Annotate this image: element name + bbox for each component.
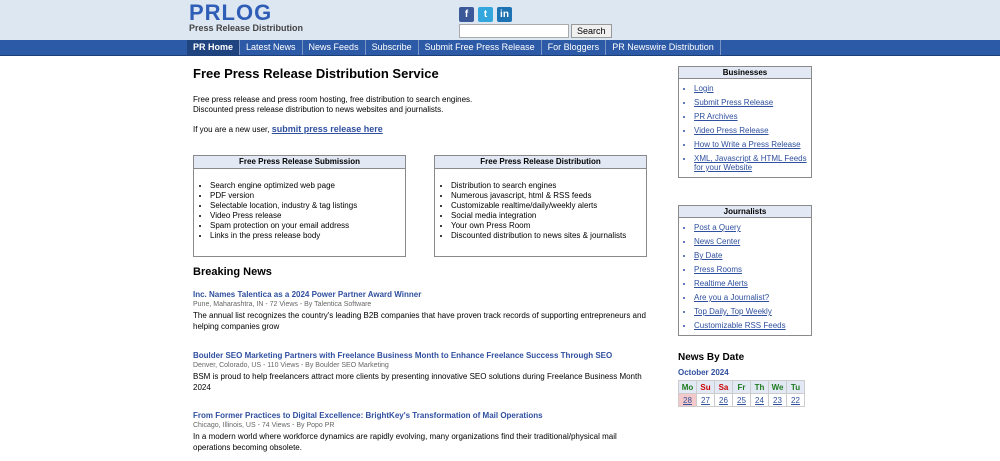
main-content: Free Press Release Distribution Service …	[193, 66, 653, 134]
distribution-box-title: Free Press Release Distribution	[435, 156, 646, 169]
news-summary: The annual list recognizes the country's…	[193, 311, 646, 331]
list-item: Social media integration	[451, 211, 646, 221]
list-item: Distribution to search engines	[451, 181, 646, 191]
list-item: Links in the press release body	[210, 231, 405, 241]
intro-line-2: Discounted press release distribution to…	[193, 105, 444, 114]
list-item: Your own Press Room	[451, 221, 646, 231]
weekday-label: Th	[750, 380, 769, 394]
new-user-prompt: If you are a new user, submit press rele…	[193, 124, 653, 134]
sidebar-link-realtime-alerts[interactable]: Realtime Alerts	[694, 279, 811, 288]
top-weekly-link[interactable]: Top Weekly	[731, 307, 772, 316]
main-nav: PR Home Latest News News Feeds Subscribe…	[0, 40, 1000, 56]
calendar-month[interactable]: October 2024	[678, 368, 729, 377]
weekday-label: Su	[696, 380, 715, 394]
weekday-label: Mo	[678, 380, 697, 394]
search-button[interactable]: Search	[571, 24, 612, 38]
list-item: Customizable realtime/daily/weekly alert…	[451, 201, 646, 211]
weekday-label: Tu	[786, 380, 805, 394]
sidebar-link-are-you-journalist[interactable]: Are you a Journalist?	[694, 293, 811, 302]
intro-line-1: Free press release and press room hostin…	[193, 95, 473, 104]
twitter-icon[interactable]: t	[478, 7, 493, 22]
sidebar-link-news-center[interactable]: News Center	[694, 237, 811, 246]
intro-text: Free press release and press room hostin…	[193, 95, 653, 115]
distribution-list: Distribution to search engines Numerous …	[435, 181, 646, 241]
calendar-date[interactable]: 27	[696, 393, 715, 407]
nav-pr-home[interactable]: PR Home	[187, 40, 241, 55]
submission-box-title: Free Press Release Submission	[194, 156, 405, 169]
calendar-date[interactable]: 24	[750, 393, 769, 407]
nav-pr-newswire[interactable]: PR Newswire Distribution	[606, 40, 721, 55]
sidebar-link-post-query[interactable]: Post a Query	[694, 223, 811, 232]
page-title: Free Press Release Distribution Service	[193, 66, 439, 81]
nav-latest-news[interactable]: Latest News	[240, 40, 303, 55]
sidebar-link-login[interactable]: Login	[694, 84, 811, 93]
news-meta: Chicago, Illinois, US - 74 Views - By Po…	[193, 422, 335, 429]
news-summary: BSM is proud to help freelancers attract…	[193, 372, 642, 392]
list-item: Search engine optimized web page	[210, 181, 405, 191]
calendar-date[interactable]: 23	[768, 393, 787, 407]
sidebar-link-how-to-write[interactable]: How to Write a Press Release	[694, 140, 811, 149]
list-item: Video Press release	[210, 211, 405, 221]
submission-list: Search engine optimized web page PDF ver…	[194, 181, 405, 241]
news-meta: Pune, Maharashtra, IN - 72 Views - By Ta…	[193, 301, 372, 308]
facebook-icon[interactable]: f	[459, 7, 474, 22]
submit-press-release-link[interactable]: submit press release here	[272, 124, 383, 134]
prlog-logo[interactable]: PRLOG	[189, 2, 272, 24]
businesses-box: Businesses Login Submit Press Release PR…	[678, 66, 812, 178]
sidebar-link-rss-feeds[interactable]: Customizable RSS Feeds	[694, 321, 811, 330]
news-item: From Former Practices to Digital Excelle…	[193, 411, 653, 453]
weekday-label: Sa	[714, 380, 733, 394]
calendar-date[interactable]: 22	[786, 393, 805, 407]
date-calendar: Mo Su Sa Fr Th We Tu 28 27 26 25 24 23 2…	[678, 380, 805, 407]
nav-submit-free-pr[interactable]: Submit Free Press Release	[419, 40, 542, 55]
news-title-link[interactable]: From Former Practices to Digital Excelle…	[193, 411, 653, 421]
calendar-date[interactable]: 28	[678, 393, 697, 407]
calendar-date[interactable]: 25	[732, 393, 751, 407]
distribution-box: Free Press Release Distribution Distribu…	[434, 155, 647, 257]
news-item: Boulder SEO Marketing Partners with Free…	[193, 351, 653, 393]
news-meta: Denver, Colorado, US - 110 Views - By Bo…	[193, 362, 389, 369]
sidebar-link-submit-press-release[interactable]: Submit Press Release	[694, 98, 811, 107]
weekday-label: Fr	[732, 380, 751, 394]
sidebar-link-video-press-release[interactable]: Video Press Release	[694, 126, 811, 135]
list-item: Spam protection on your email address	[210, 221, 405, 231]
site-header: PRLOG Press Release Distribution f t in …	[0, 0, 1000, 40]
news-title-link[interactable]: Inc. Names Talentica as a 2024 Power Par…	[193, 290, 653, 300]
journalists-box: Journalists Post a Query News Center By …	[678, 205, 812, 336]
list-item: Discounted distribution to news sites & …	[451, 231, 646, 241]
sidebar-link-feeds[interactable]: XML, Javascript & HTML Feeds for your We…	[694, 154, 811, 172]
calendar-date[interactable]: 26	[714, 393, 733, 407]
site-tagline: Press Release Distribution	[189, 23, 304, 33]
news-title-link[interactable]: Boulder SEO Marketing Partners with Free…	[193, 351, 653, 361]
new-user-text: If you are a new user,	[193, 125, 270, 134]
sidebar-link-by-date[interactable]: By Date	[694, 251, 811, 260]
news-summary: In a modern world where workforce dynami…	[193, 432, 617, 452]
list-item: PDF version	[210, 191, 405, 201]
list-item: Numerous javascript, html & RSS feeds	[451, 191, 646, 201]
weekday-label: We	[768, 380, 787, 394]
businesses-title: Businesses	[679, 67, 811, 79]
search-input[interactable]	[459, 24, 569, 38]
journalists-title: Journalists	[679, 206, 811, 218]
sidebar-link-top-lists: Top Daily, Top Weekly	[694, 307, 811, 316]
breaking-news-heading: Breaking News	[193, 266, 272, 278]
nav-subscribe[interactable]: Subscribe	[366, 40, 419, 55]
list-item: Selectable location, industry & tag list…	[210, 201, 405, 211]
top-daily-link[interactable]: Top Daily,	[694, 307, 729, 316]
submission-box: Free Press Release Submission Search eng…	[193, 155, 406, 257]
nav-for-bloggers[interactable]: For Bloggers	[542, 40, 607, 55]
sidebar-link-press-rooms[interactable]: Press Rooms	[694, 265, 811, 274]
sidebar-link-pr-archives[interactable]: PR Archives	[694, 112, 811, 121]
news-item: Inc. Names Talentica as a 2024 Power Par…	[193, 290, 653, 332]
linkedin-icon[interactable]: in	[497, 7, 512, 22]
nav-news-feeds[interactable]: News Feeds	[303, 40, 366, 55]
social-links: f t in	[459, 7, 512, 22]
news-by-date-heading: News By Date	[678, 352, 745, 363]
